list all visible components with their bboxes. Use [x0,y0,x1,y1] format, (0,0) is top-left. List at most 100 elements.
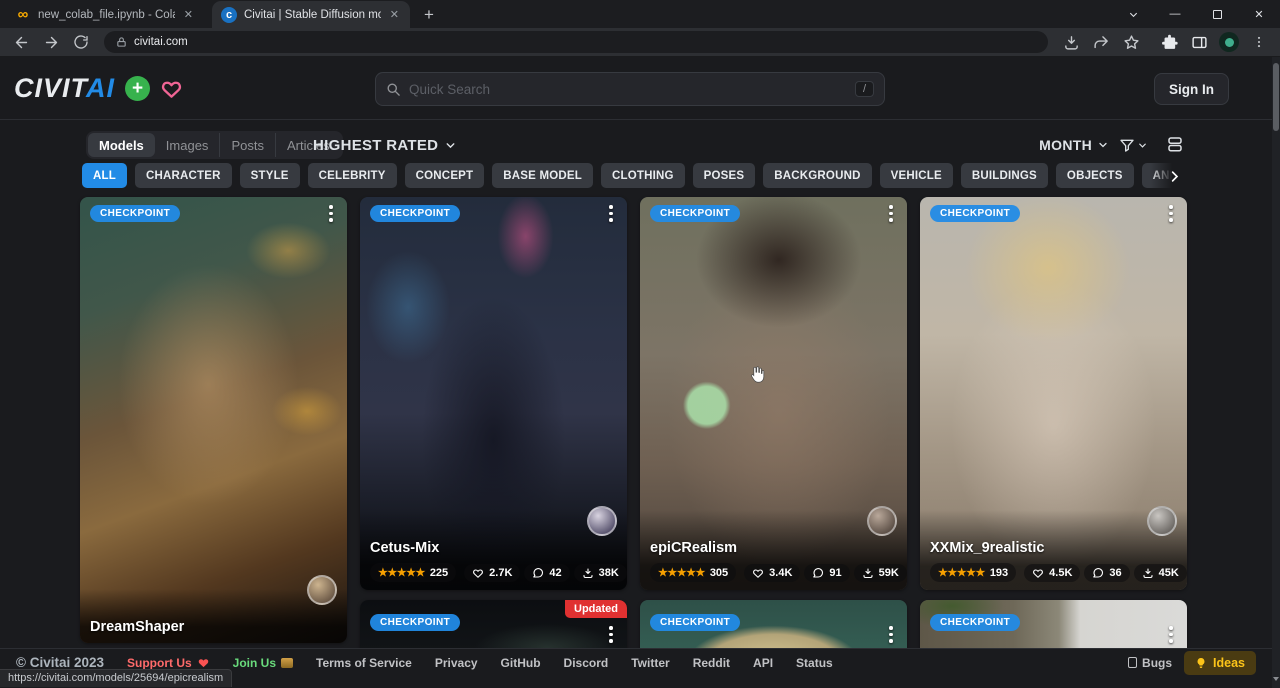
sign-in-button[interactable]: Sign In [1154,73,1229,105]
civitai-logo[interactable]: CIVITAI + [14,57,183,120]
tab-close-icon[interactable]: ✕ [388,8,401,21]
tab-posts[interactable]: Posts [219,133,275,157]
chips-scroll-right-button[interactable] [1150,163,1182,189]
tab-images[interactable]: Images [155,133,220,157]
scrollbar-thumb[interactable] [1273,63,1279,131]
rating-pill[interactable]: ★★★★★ 193 [930,563,1016,582]
model-card-xxmix-9realistic[interactable]: CHECKPOINT XXMix_9realistic ★★★★★ 193 4.… [920,197,1187,590]
join-us-link[interactable]: Join Us [233,656,293,670]
support-us-link[interactable]: Support Us [127,656,210,670]
checkpoint-badge: CHECKPOINT [650,205,740,222]
card-menu-icon[interactable] [1164,205,1178,222]
browser-window: ∞ new_colab_file.ipynb - Colaborat ✕ c C… [0,0,1280,688]
likes-pill[interactable]: 2.7K [464,564,520,582]
status-link[interactable]: Status [796,656,833,670]
model-title: XXMix_9realistic [930,540,1177,556]
discord-link[interactable]: Discord [564,656,609,670]
profile-avatar[interactable] [1216,29,1242,55]
download-toolbar-icon[interactable] [1058,29,1084,55]
twitter-link[interactable]: Twitter [631,656,669,670]
chip-buildings[interactable]: BUILDINGS [961,163,1048,188]
heart-icon [752,567,764,579]
chip-character[interactable]: CHARACTER [135,163,232,188]
create-plus-button[interactable]: + [125,76,150,101]
creator-avatar[interactable] [587,506,617,536]
card-menu-icon[interactable] [884,205,898,222]
rating-pill[interactable]: ★★★★★ 225 [370,563,456,582]
chip-vehicle[interactable]: VEHICLE [880,163,953,188]
rating-pill[interactable]: ★★★★★ 305 [650,563,736,582]
creator-avatar[interactable] [1147,506,1177,536]
creator-avatar[interactable] [867,506,897,536]
sort-dropdown[interactable]: HIGHEST RATED [313,131,457,159]
rating-count: 193 [990,567,1008,579]
downloads-pill[interactable]: 38K [574,564,627,582]
share-icon[interactable] [1088,29,1114,55]
api-link[interactable]: API [753,656,773,670]
comments-pill[interactable]: 42 [524,564,569,582]
reddit-link[interactable]: Reddit [693,656,730,670]
creator-avatar[interactable] [307,575,337,605]
period-dropdown[interactable]: MONTH [1039,137,1109,153]
chip-base-model[interactable]: BASE MODEL [492,163,593,188]
model-title: Cetus-Mix [370,540,617,556]
filter-funnel-button[interactable] [1119,137,1148,153]
layout-toggle-button[interactable] [1166,135,1184,156]
model-card-dreamshaper[interactable]: CHECKPOINT DreamShaper [80,197,347,643]
card-menu-icon[interactable] [324,205,338,222]
tab-models[interactable]: Models [88,133,155,157]
chip-background[interactable]: BACKGROUND [763,163,871,188]
comment-icon [1092,567,1104,579]
card-footer: DreamShaper [80,589,347,643]
comments-pill[interactable]: 91 [804,564,849,582]
favorites-heart-icon[interactable] [160,77,183,100]
model-card-epicrealism[interactable]: CHECKPOINT epiCRealism ★★★★★ 305 3.4K [640,197,907,590]
model-card-cetus-mix[interactable]: CHECKPOINT Cetus-Mix ★★★★★ 225 2.7K [360,197,627,590]
chip-clothing[interactable]: CLOTHING [601,163,685,188]
search-input[interactable] [409,82,847,97]
side-panel-icon[interactable] [1186,29,1212,55]
chip-objects[interactable]: OBJECTS [1056,163,1134,188]
card-menu-icon[interactable] [604,205,618,222]
likes-pill[interactable]: 3.4K [744,564,800,582]
downloads-pill[interactable]: 59K [854,564,907,582]
minimize-button[interactable]: — [1154,0,1196,28]
filter-controls: MONTH [1039,131,1184,159]
bugs-link[interactable]: Bugs [1128,656,1172,670]
chip-style[interactable]: STYLE [240,163,300,188]
scrollbar-down-arrow[interactable] [1272,677,1280,685]
bookmark-star-icon[interactable] [1118,29,1144,55]
page-scrollbar[interactable] [1272,57,1280,688]
likes-pill[interactable]: 4.5K [1024,564,1080,582]
back-icon[interactable] [8,29,34,55]
downloads-count: 59K [879,567,899,579]
download-icon [582,567,594,579]
close-button[interactable]: ✕ [1238,0,1280,28]
github-link[interactable]: GitHub [501,656,541,670]
browser-menu-chevron-icon[interactable] [1112,0,1154,28]
new-tab-button[interactable]: + [416,2,442,28]
quick-search[interactable]: / [375,72,885,106]
card-menu-icon[interactable] [884,626,898,643]
terms-link[interactable]: Terms of Service [316,656,412,670]
comments-pill[interactable]: 36 [1084,564,1129,582]
chip-all[interactable]: ALL [82,163,127,188]
reload-icon[interactable] [68,29,94,55]
card-menu-icon[interactable] [1164,626,1178,643]
downloads-pill[interactable]: 45K [1134,564,1187,582]
tab-close-icon[interactable]: ✕ [182,8,195,21]
browser-tab-colab[interactable]: ∞ new_colab_file.ipynb - Colaborat ✕ [6,1,204,28]
privacy-link[interactable]: Privacy [435,656,478,670]
card-menu-icon[interactable] [604,626,618,643]
forward-icon[interactable] [38,29,64,55]
extensions-puzzle-icon[interactable] [1156,29,1182,55]
maximize-button[interactable] [1196,0,1238,28]
browser-tab-civitai[interactable]: c Civitai | Stable Diffusion models, ✕ [212,1,410,28]
address-bar[interactable]: civitai.com [104,31,1048,53]
chip-poses[interactable]: POSES [693,163,756,188]
ideas-button[interactable]: Ideas [1184,651,1256,675]
chip-concept[interactable]: CONCEPT [405,163,485,188]
chip-celebrity[interactable]: CELEBRITY [308,163,397,188]
chevron-down-icon [1137,140,1148,151]
browser-kebab-menu-icon[interactable] [1246,29,1272,55]
